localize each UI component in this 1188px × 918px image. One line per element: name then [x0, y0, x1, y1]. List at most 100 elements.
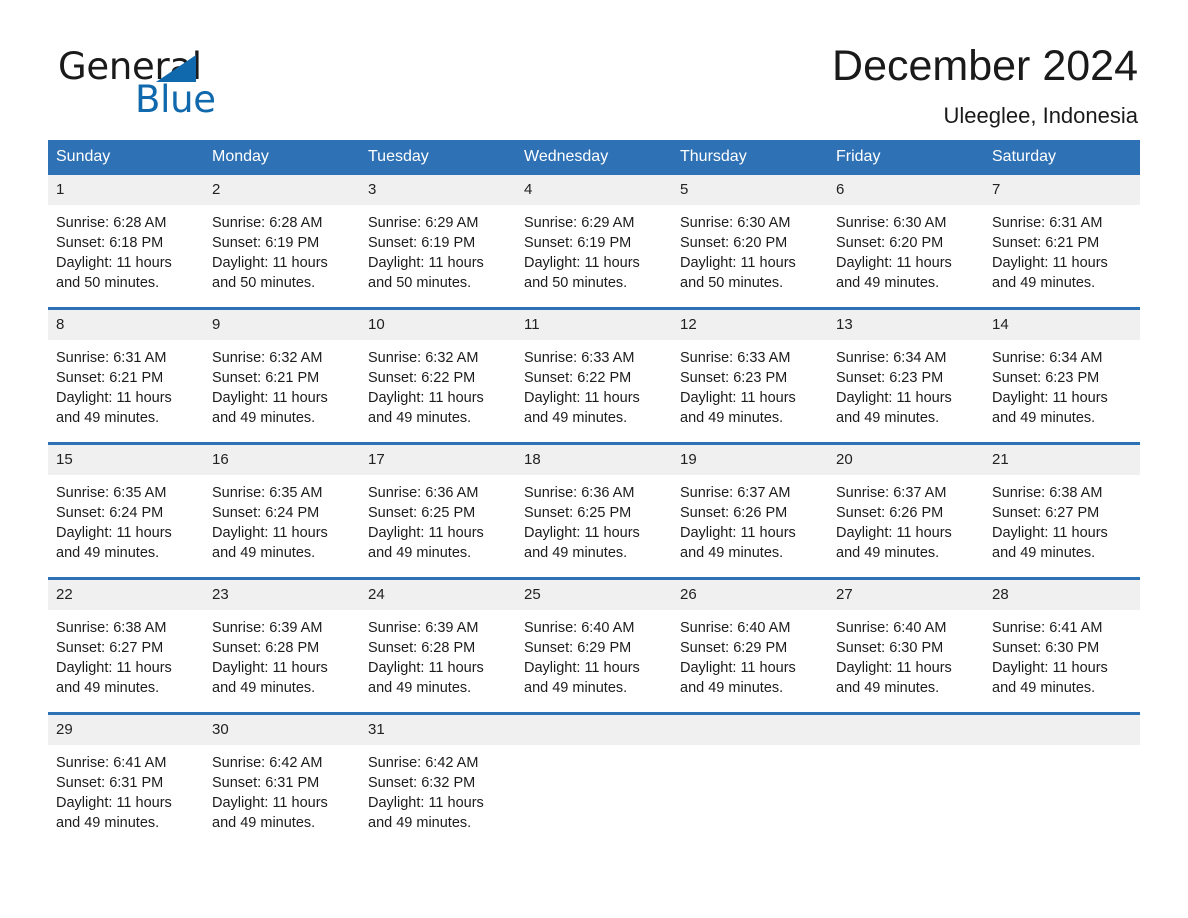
day-cell[interactable]: 10 Sunrise: 6:32 AM Sunset: 6:22 PM Dayl… [360, 307, 516, 444]
day-number: 20 [828, 445, 984, 475]
daylight-text-line2: and 49 minutes. [680, 680, 784, 696]
day-number: 6 [828, 175, 984, 205]
day-info: Sunrise: 6:29 AM Sunset: 6:19 PM Dayligh… [516, 205, 672, 307]
day-cell[interactable]: 14 Sunrise: 6:34 AM Sunset: 6:23 PM Dayl… [984, 307, 1140, 444]
day-info: Sunrise: 6:32 AM Sunset: 6:21 PM Dayligh… [204, 340, 360, 442]
day-info: Sunrise: 6:29 AM Sunset: 6:19 PM Dayligh… [360, 205, 516, 307]
sunset-text: Sunset: 6:28 PM [368, 640, 476, 656]
day-cell[interactable]: 23 Sunrise: 6:39 AM Sunset: 6:28 PM Dayl… [204, 577, 360, 714]
day-cell[interactable]: 7 Sunrise: 6:31 AM Sunset: 6:21 PM Dayli… [984, 175, 1140, 309]
sunrise-text: Sunrise: 6:29 AM [368, 215, 479, 231]
sunset-text: Sunset: 6:19 PM [524, 235, 632, 251]
day-number: 7 [984, 175, 1140, 205]
day-cell[interactable]: 12 Sunrise: 6:33 AM Sunset: 6:23 PM Dayl… [672, 307, 828, 444]
daylight-text-line1: Daylight: 11 hours [680, 390, 796, 406]
day-number: 5 [672, 175, 828, 205]
daylight-text-line2: and 49 minutes. [992, 545, 1096, 561]
day-info: Sunrise: 6:30 AM Sunset: 6:20 PM Dayligh… [672, 205, 828, 307]
day-info: Sunrise: 6:36 AM Sunset: 6:25 PM Dayligh… [360, 475, 516, 577]
calendar-week-row: 8 Sunrise: 6:31 AM Sunset: 6:21 PM Dayli… [48, 307, 1140, 444]
page-header: General Blue December 2024 Uleeglee, Ind… [48, 0, 1140, 140]
day-cell[interactable]: 18 Sunrise: 6:36 AM Sunset: 6:25 PM Dayl… [516, 442, 672, 579]
day-info [672, 745, 828, 829]
day-info: Sunrise: 6:38 AM Sunset: 6:27 PM Dayligh… [48, 610, 204, 712]
day-number: 31 [360, 715, 516, 745]
sunset-text: Sunset: 6:19 PM [368, 235, 476, 251]
day-cell[interactable]: 4 Sunrise: 6:29 AM Sunset: 6:19 PM Dayli… [516, 175, 672, 309]
daylight-text-line1: Daylight: 11 hours [212, 525, 328, 541]
sunset-text: Sunset: 6:20 PM [680, 235, 788, 251]
sunrise-text: Sunrise: 6:41 AM [56, 755, 167, 771]
daylight-text-line1: Daylight: 11 hours [368, 390, 484, 406]
day-cell[interactable]: 30 Sunrise: 6:42 AM Sunset: 6:31 PM Dayl… [204, 712, 360, 847]
sunset-text: Sunset: 6:28 PM [212, 640, 320, 656]
day-cell[interactable]: 27 Sunrise: 6:40 AM Sunset: 6:30 PM Dayl… [828, 577, 984, 714]
sunset-text: Sunset: 6:30 PM [836, 640, 944, 656]
sunrise-text: Sunrise: 6:35 AM [212, 485, 323, 501]
daylight-text-line2: and 49 minutes. [56, 815, 160, 831]
daylight-text-line2: and 49 minutes. [212, 410, 316, 426]
day-number: 11 [516, 310, 672, 340]
day-cell[interactable]: 29 Sunrise: 6:41 AM Sunset: 6:31 PM Dayl… [48, 712, 204, 847]
day-number [516, 715, 672, 745]
day-cell[interactable]: 16 Sunrise: 6:35 AM Sunset: 6:24 PM Dayl… [204, 442, 360, 579]
day-cell[interactable]: 3 Sunrise: 6:29 AM Sunset: 6:19 PM Dayli… [360, 175, 516, 309]
day-cell[interactable]: 15 Sunrise: 6:35 AM Sunset: 6:24 PM Dayl… [48, 442, 204, 579]
daylight-text-line2: and 50 minutes. [212, 275, 316, 291]
day-cell[interactable]: 17 Sunrise: 6:36 AM Sunset: 6:25 PM Dayl… [360, 442, 516, 579]
day-cell[interactable]: 1 Sunrise: 6:28 AM Sunset: 6:18 PM Dayli… [48, 175, 204, 309]
day-number: 26 [672, 580, 828, 610]
daylight-text-line1: Daylight: 11 hours [368, 795, 484, 811]
day-cell[interactable]: 8 Sunrise: 6:31 AM Sunset: 6:21 PM Dayli… [48, 307, 204, 444]
day-cell[interactable]: 6 Sunrise: 6:30 AM Sunset: 6:20 PM Dayli… [828, 175, 984, 309]
daylight-text-line2: and 50 minutes. [680, 275, 784, 291]
day-number: 15 [48, 445, 204, 475]
day-cell[interactable]: 20 Sunrise: 6:37 AM Sunset: 6:26 PM Dayl… [828, 442, 984, 579]
sunrise-text: Sunrise: 6:39 AM [368, 620, 479, 636]
day-cell[interactable]: 5 Sunrise: 6:30 AM Sunset: 6:20 PM Dayli… [672, 175, 828, 309]
daylight-text-line2: and 49 minutes. [992, 680, 1096, 696]
sunset-text: Sunset: 6:23 PM [992, 370, 1100, 386]
day-cell[interactable]: 9 Sunrise: 6:32 AM Sunset: 6:21 PM Dayli… [204, 307, 360, 444]
day-cell-empty [672, 712, 828, 847]
day-number: 27 [828, 580, 984, 610]
day-cell[interactable]: 22 Sunrise: 6:38 AM Sunset: 6:27 PM Dayl… [48, 577, 204, 714]
daylight-text-line2: and 50 minutes. [368, 275, 472, 291]
day-number: 25 [516, 580, 672, 610]
day-number: 29 [48, 715, 204, 745]
day-info: Sunrise: 6:32 AM Sunset: 6:22 PM Dayligh… [360, 340, 516, 442]
weekday-header-wednesday: Wednesday [516, 140, 672, 175]
sunrise-text: Sunrise: 6:33 AM [524, 350, 635, 366]
day-cell[interactable]: 31 Sunrise: 6:42 AM Sunset: 6:32 PM Dayl… [360, 712, 516, 847]
daylight-text-line1: Daylight: 11 hours [368, 255, 484, 271]
daylight-text-line2: and 49 minutes. [524, 680, 628, 696]
day-cell[interactable]: 13 Sunrise: 6:34 AM Sunset: 6:23 PM Dayl… [828, 307, 984, 444]
day-number: 10 [360, 310, 516, 340]
daylight-text-line1: Daylight: 11 hours [992, 525, 1108, 541]
sunrise-text: Sunrise: 6:37 AM [836, 485, 947, 501]
day-number: 4 [516, 175, 672, 205]
day-cell[interactable]: 2 Sunrise: 6:28 AM Sunset: 6:19 PM Dayli… [204, 175, 360, 309]
day-info: Sunrise: 6:42 AM Sunset: 6:32 PM Dayligh… [360, 745, 516, 847]
day-cell[interactable]: 21 Sunrise: 6:38 AM Sunset: 6:27 PM Dayl… [984, 442, 1140, 579]
day-cell[interactable]: 28 Sunrise: 6:41 AM Sunset: 6:30 PM Dayl… [984, 577, 1140, 714]
day-cell[interactable]: 11 Sunrise: 6:33 AM Sunset: 6:22 PM Dayl… [516, 307, 672, 444]
sunrise-text: Sunrise: 6:34 AM [836, 350, 947, 366]
day-cell[interactable]: 24 Sunrise: 6:39 AM Sunset: 6:28 PM Dayl… [360, 577, 516, 714]
page-title: December 2024 [832, 42, 1138, 90]
sunrise-text: Sunrise: 6:34 AM [992, 350, 1103, 366]
day-cell[interactable]: 26 Sunrise: 6:40 AM Sunset: 6:29 PM Dayl… [672, 577, 828, 714]
daylight-text-line1: Daylight: 11 hours [56, 390, 172, 406]
daylight-text-line1: Daylight: 11 hours [836, 255, 952, 271]
day-cell[interactable]: 19 Sunrise: 6:37 AM Sunset: 6:26 PM Dayl… [672, 442, 828, 579]
day-cell[interactable]: 25 Sunrise: 6:40 AM Sunset: 6:29 PM Dayl… [516, 577, 672, 714]
daylight-text-line2: and 49 minutes. [56, 545, 160, 561]
sunrise-text: Sunrise: 6:36 AM [524, 485, 635, 501]
day-number: 21 [984, 445, 1140, 475]
sunset-text: Sunset: 6:31 PM [56, 775, 164, 791]
daylight-text-line2: and 49 minutes. [836, 410, 940, 426]
daylight-text-line1: Daylight: 11 hours [992, 660, 1108, 676]
day-info: Sunrise: 6:41 AM Sunset: 6:31 PM Dayligh… [48, 745, 204, 847]
day-info: Sunrise: 6:40 AM Sunset: 6:29 PM Dayligh… [672, 610, 828, 712]
sunset-text: Sunset: 6:26 PM [680, 505, 788, 521]
